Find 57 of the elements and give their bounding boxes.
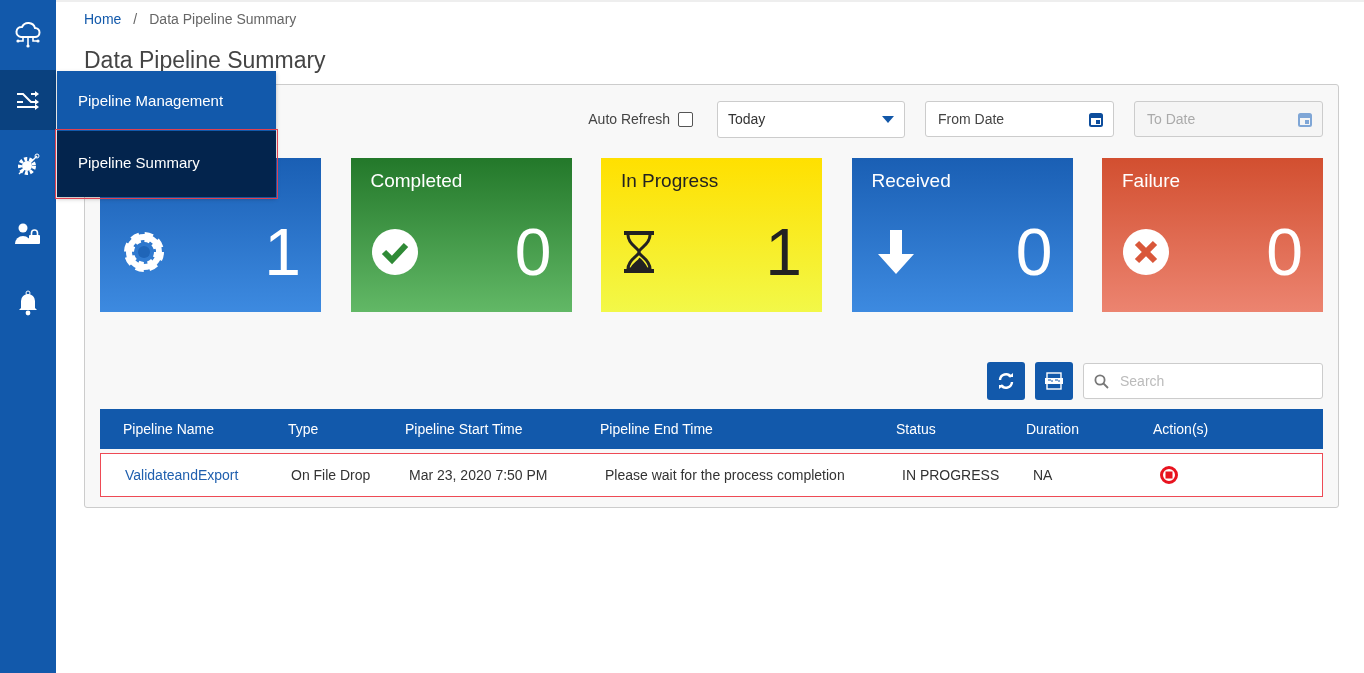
card-title: Completed [370,170,463,191]
card-count: 0 [514,214,552,290]
column-header[interactable]: Type [288,421,405,437]
card-count: 0 [1266,214,1303,290]
from-date-field[interactable]: From Date [925,101,1114,137]
column-header[interactable]: Action(s) [1153,421,1209,437]
date-input[interactable]: From Date [936,110,1089,128]
column-header[interactable]: Pipeline Start Time [405,421,600,437]
user-lock-icon [14,221,42,246]
card-title: Failure [1122,170,1181,191]
column-header[interactable]: Pipeline Name [100,421,288,437]
table-cell-text: IN PROGRESS [902,467,1001,483]
hourglass-icon [621,231,657,273]
column-header[interactable]: Duration [1026,421,1153,437]
column-header[interactable]: Status [896,421,1026,437]
sidebar-item[interactable] [0,70,56,130]
breadcrumb-separator: / [133,11,138,27]
column-header[interactable]: Pipeline End Time [600,421,896,437]
table-cell-text: On File Drop [291,467,372,483]
export-button[interactable] [1035,362,1073,400]
check-circle-icon [370,228,419,276]
search-field[interactable]: Search [1083,363,1323,399]
status-card[interactable]: Completed 0 [350,158,572,312]
card-count: 1 [264,214,301,290]
caret-icon [882,115,894,123]
table-row[interactable]: ValidateandExport On File Drop Mar 23, 2020 7:50 PM Please wait for the process completion IN PROGRESS NA [100,453,1323,497]
card-title: Received [871,170,951,191]
pipeline-link[interactable]: ValidateandExport [101,467,290,483]
card-title: In Progress [621,170,719,191]
card-count: 1 [765,214,802,290]
auto-refresh-label: Auto Refresh [588,111,670,127]
period-dropdown[interactable]: Today [717,100,905,138]
status-card[interactable]: Received 0 [851,158,1073,312]
shuffle-icon [15,89,41,111]
gear-icon [15,151,41,178]
stop-icon[interactable] [1160,466,1178,484]
bell-icon [17,289,39,316]
cloud-network-icon [14,21,42,49]
x-circle-icon [1122,228,1170,276]
auto-refresh-checkbox[interactable] [678,111,693,127]
card-count: 0 [1015,214,1053,290]
calendar-icon [1089,111,1103,127]
page-title: Data Pipeline Summary [84,47,327,74]
spreadsheet-icon [1045,372,1063,390]
table-cell-text: NA [1033,467,1054,483]
menu-item[interactable]: Pipeline Summary [57,131,276,197]
calendar-icon [1298,111,1312,127]
refresh-icon [998,373,1014,389]
breadcrumb-item: Data Pipeline Summary [149,11,297,27]
breadcrumb-item[interactable]: Home [84,11,122,27]
status-card[interactable]: In Progress 1 [601,158,822,312]
refresh-button[interactable] [987,362,1025,400]
search-icon [1094,373,1109,389]
table-cell-text: Please wait for the process completion [605,467,846,483]
table-cell-text: Mar 23, 2020 7:50 PM [409,467,549,483]
menu-item[interactable]: Pipeline Management [57,71,276,131]
status-card[interactable]: Failure 0 [1102,158,1323,312]
